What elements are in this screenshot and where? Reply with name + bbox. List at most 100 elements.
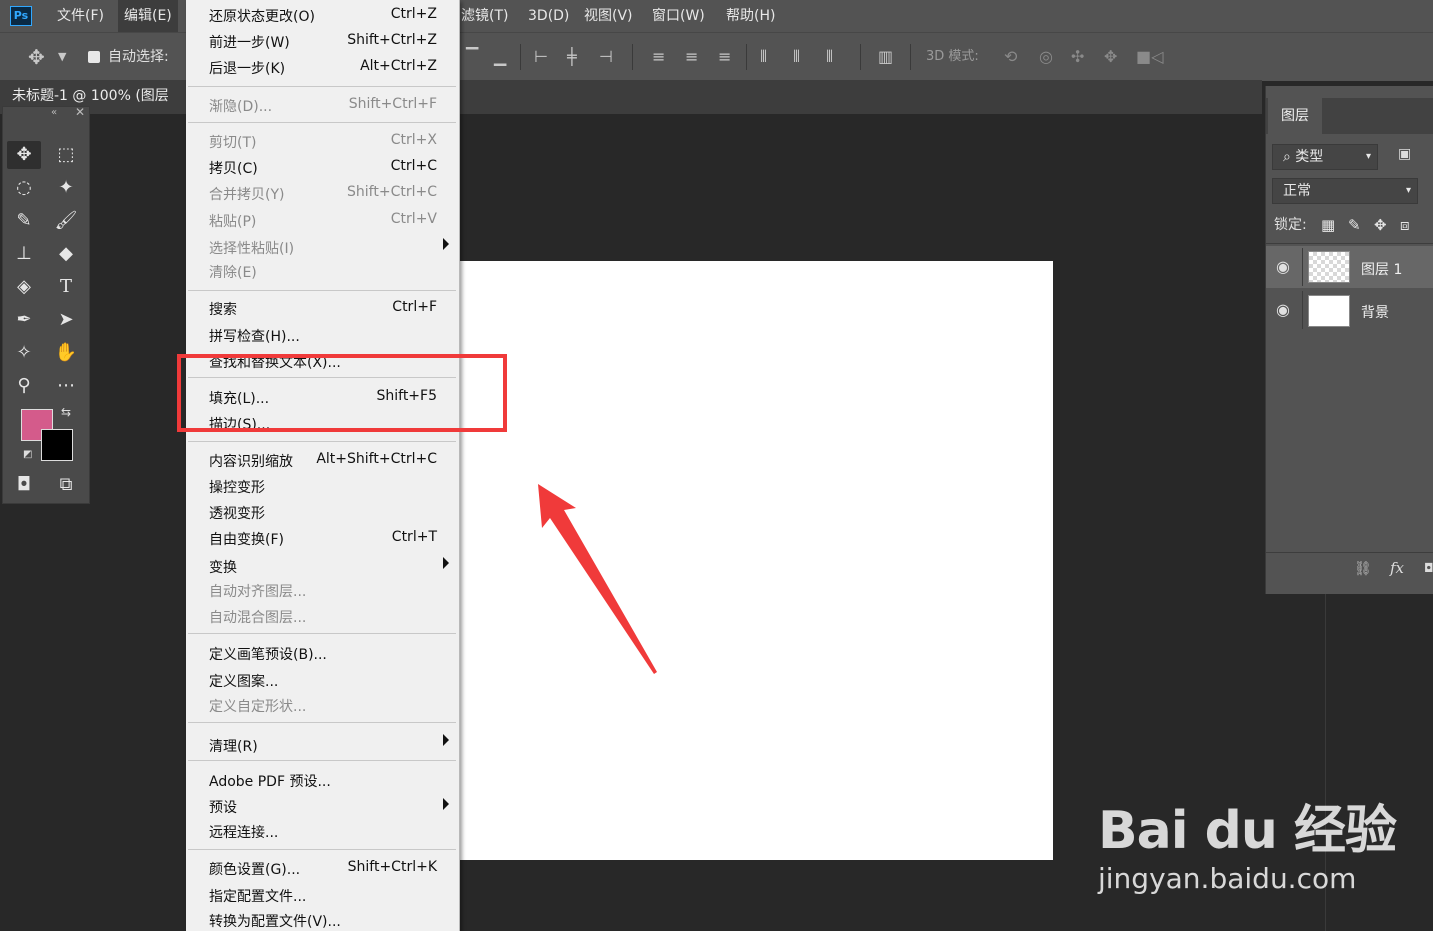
layer-filter-select[interactable]: ⌕ 类型 ▾ <box>1272 144 1378 170</box>
auto-select-checkbox[interactable] <box>88 51 100 63</box>
3d-orbit-icon[interactable]: ⟲ <box>1004 33 1017 81</box>
distribute-top-icon[interactable]: ≡ <box>652 33 665 81</box>
distribute-bottom-icon[interactable]: ≡ <box>718 33 731 81</box>
distribute-center-icon[interactable]: ⦀ <box>793 33 800 81</box>
layer-row[interactable]: ◉ 图层 1 <box>1266 246 1433 288</box>
mask-icon[interactable]: ◘ <box>1424 561 1433 575</box>
distribute-left-icon[interactable]: ⦀ <box>760 33 767 81</box>
menu-3d[interactable]: 3D(D) <box>528 0 569 32</box>
menu-item-define-shape[interactable]: 定义自定形状... <box>209 696 306 716</box>
chevron-down-icon[interactable]: ▼ <box>58 33 66 81</box>
auto-align-icon[interactable]: ▥ <box>878 33 893 81</box>
lock-position-icon[interactable]: ✥ <box>1374 216 1387 234</box>
eyedropper-icon[interactable]: ✎ <box>7 207 41 235</box>
screen-mode-icon[interactable]: ⧉ <box>49 471 83 499</box>
menu-help[interactable]: 帮助(H) <box>726 0 775 32</box>
layer-row[interactable]: ◉ 背景 <box>1266 289 1433 331</box>
menu-file[interactable]: 文件(F) <box>57 0 104 32</box>
tab-layers[interactable]: 图层 <box>1268 98 1322 134</box>
more-tools-icon[interactable]: ⋯ <box>49 372 83 400</box>
move-tool-icon[interactable]: ✥ <box>28 33 45 81</box>
layer-name[interactable]: 背景 <box>1361 302 1389 322</box>
menu-item-convert-profile[interactable]: 转换为配置文件(V)... <box>209 911 341 931</box>
swap-colors-icon[interactable]: ⇆ <box>61 405 71 419</box>
menu-filter[interactable]: 滤镜(T) <box>461 0 508 32</box>
stamp-tool-icon[interactable]: ⊥ <box>7 240 41 268</box>
move-tool-icon[interactable]: ✥ <box>7 141 41 169</box>
collapse-icon[interactable]: « <box>51 107 57 118</box>
menu-item-transform[interactable]: 变换 <box>209 557 237 577</box>
eraser-tool-icon[interactable]: ◆ <box>49 240 83 268</box>
text-tool-icon[interactable]: T <box>49 273 83 301</box>
magic-wand-icon[interactable]: ✦ <box>49 174 83 202</box>
menu-window[interactable]: 窗口(W) <box>652 0 705 32</box>
menu-item-color-settings[interactable]: 颜色设置(G)... <box>209 859 300 879</box>
path-select-icon[interactable]: ➤ <box>49 306 83 334</box>
pen-tool-icon[interactable]: ✒ <box>7 306 41 334</box>
image-filter-icon[interactable]: ▣ <box>1398 146 1411 162</box>
align-center-icon[interactable]: ╪ <box>567 33 577 81</box>
menu-item-define-brush[interactable]: 定义画笔预设(B)... <box>209 644 327 664</box>
eye-icon[interactable]: ◉ <box>1276 257 1290 276</box>
distribute-right-icon[interactable]: ⦀ <box>826 33 833 81</box>
menu-item-search[interactable]: 搜索 <box>209 299 237 319</box>
menu-item-puppet-warp[interactable]: 操控变形 <box>209 477 265 497</box>
3d-camera-icon[interactable]: ■◁ <box>1136 33 1163 81</box>
3d-pan-icon[interactable]: ✣ <box>1071 33 1084 81</box>
menu-item-spell-check[interactable]: 拼写检查(H)... <box>209 326 300 346</box>
menu-item-free-transform[interactable]: 自由变换(F) <box>209 529 284 549</box>
menu-view[interactable]: 视图(V) <box>584 0 633 32</box>
hand-tool-icon[interactable]: ✋ <box>49 339 83 367</box>
menu-item-presets[interactable]: 预设 <box>209 797 237 817</box>
menu-item-paste[interactable]: 粘贴(P) <box>209 211 256 231</box>
align-right-icon[interactable]: ⊣ <box>599 33 613 81</box>
menu-item-fade[interactable]: 渐隐(D)... <box>209 96 272 116</box>
shape-tool-icon[interactable]: ✧ <box>7 339 41 367</box>
menu-item-perspective-warp[interactable]: 透视变形 <box>209 503 265 523</box>
menu-item-purge[interactable]: 清理(R) <box>209 736 258 756</box>
menu-item-define-pattern[interactable]: 定义图案... <box>209 671 278 691</box>
align-bottom-icon[interactable]: ▁ <box>494 33 506 81</box>
menu-item-auto-align[interactable]: 自动对齐图层... <box>209 581 306 601</box>
marquee-tool-icon[interactable]: ⬚ <box>49 141 83 169</box>
menu-item-auto-blend[interactable]: 自动混合图层... <box>209 607 306 627</box>
background-color-swatch[interactable] <box>41 429 73 461</box>
lock-label: 锁定: <box>1274 217 1307 233</box>
layer-name[interactable]: 图层 1 <box>1361 259 1402 279</box>
menu-item-clear[interactable]: 清除(E) <box>209 262 257 282</box>
align-top-icon[interactable]: ▔ <box>466 33 478 81</box>
menu-item-step-backward[interactable]: 后退一步(K) <box>209 58 285 78</box>
menu-item-assign-profile[interactable]: 指定配置文件... <box>209 886 306 906</box>
zoom-tool-icon[interactable]: ⚲ <box>7 372 41 400</box>
align-left-icon[interactable]: ⊢ <box>534 33 548 81</box>
quick-mask-icon[interactable]: ◘ <box>7 471 41 499</box>
lock-artboard-icon[interactable]: ⧈ <box>1400 216 1410 234</box>
menu-item-pdf-presets[interactable]: Adobe PDF 预设... <box>209 771 331 791</box>
3d-slide-icon[interactable]: ✥ <box>1104 33 1117 81</box>
menu-separator <box>188 633 456 634</box>
menu-edit[interactable]: 编辑(E) <box>118 0 178 32</box>
brush-tool-icon[interactable]: 🖌 <box>49 207 83 235</box>
3d-roll-icon[interactable]: ◎ <box>1039 33 1053 81</box>
lasso-tool-icon[interactable]: ◌ <box>7 174 41 202</box>
link-layers-icon[interactable]: ⛓ <box>1354 561 1372 577</box>
menu-item-cut[interactable]: 剪切(T) <box>209 132 256 152</box>
lock-transparency-icon[interactable]: ▦ <box>1321 216 1335 234</box>
menu-item-paste-special[interactable]: 选择性粘贴(I) <box>209 238 294 258</box>
distribute-middle-icon[interactable]: ≡ <box>685 33 698 81</box>
menu-item-undo[interactable]: 还原状态更改(O) <box>209 6 315 26</box>
paint-bucket-icon[interactable]: ◈ <box>7 273 41 301</box>
submenu-arrow-icon <box>443 238 449 250</box>
menu-item-remote-connections[interactable]: 远程连接... <box>209 822 278 842</box>
menu-separator <box>188 290 456 291</box>
menu-item-content-aware-scale[interactable]: 内容识别缩放 <box>209 451 293 471</box>
fx-icon[interactable]: fx <box>1390 559 1404 577</box>
eye-icon[interactable]: ◉ <box>1276 300 1290 319</box>
menu-item-step-forward[interactable]: 前进一步(W) <box>209 32 290 52</box>
menu-item-copy-merged[interactable]: 合并拷贝(Y) <box>209 184 284 204</box>
blend-mode-select[interactable]: 正常 ▾ <box>1272 178 1418 204</box>
menu-item-copy[interactable]: 拷贝(C) <box>209 158 258 178</box>
default-colors-icon[interactable]: ◩ <box>23 449 33 460</box>
close-icon[interactable]: ✕ <box>75 105 85 119</box>
lock-paint-icon[interactable]: ✎ <box>1348 216 1361 234</box>
